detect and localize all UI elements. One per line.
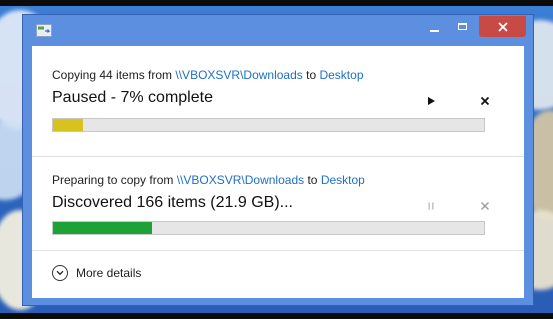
chevron-down-icon	[56, 270, 64, 276]
operation-status: Paused - 7% complete	[52, 89, 213, 106]
source-link[interactable]: \\VBOXSVR\Downloads	[175, 68, 302, 82]
progress-bar	[52, 118, 485, 132]
dialog-content: Copying 44 items from \\VBOXSVR\Download…	[32, 46, 524, 298]
operation-prefix: Copying 44 items from	[52, 68, 176, 82]
expand-circle	[52, 265, 68, 281]
copy-operation: Preparing to copy from \\VBOXSVR\Downloa…	[32, 156, 524, 251]
cancel-operation-button[interactable]	[474, 195, 496, 217]
play-icon	[428, 97, 435, 105]
operation-connector: to	[302, 68, 320, 82]
progress-fill	[53, 222, 153, 234]
top-border	[0, 0, 553, 6]
more-details-label: More details	[76, 266, 142, 280]
maximize-icon	[457, 23, 467, 30]
copy-app-icon	[36, 24, 52, 37]
operation-description: Preparing to copy from \\VBOXSVR\Downloa…	[52, 173, 365, 187]
progress-bar	[52, 221, 485, 235]
operation-connector: to	[304, 173, 321, 187]
details-section: More details	[32, 250, 524, 299]
pause-icon	[428, 202, 434, 210]
close-icon	[481, 202, 489, 210]
close-icon	[497, 21, 508, 32]
copy-operation: Copying 44 items from \\VBOXSVR\Download…	[32, 46, 524, 156]
cancel-operation-button[interactable]	[474, 90, 496, 112]
resume-button[interactable]	[420, 90, 442, 112]
operation-status: Discovered 166 items (21.9 GB)...	[52, 194, 293, 211]
minimize-button[interactable]	[421, 16, 447, 37]
pause-button[interactable]	[420, 195, 442, 217]
more-details-toggle[interactable]: More details	[52, 265, 141, 281]
close-window-button[interactable]	[479, 16, 526, 37]
operation-prefix: Preparing to copy from	[52, 173, 177, 187]
copy-dialog-window: Copying 44 items from \\VBOXSVR\Download…	[22, 14, 534, 306]
progress-fill	[53, 119, 84, 131]
maximize-button[interactable]	[449, 16, 475, 37]
source-link[interactable]: \\VBOXSVR\Downloads	[177, 173, 304, 187]
operation-description: Copying 44 items from \\VBOXSVR\Download…	[52, 68, 364, 82]
minimize-icon	[429, 29, 439, 32]
destination-link[interactable]: Desktop	[319, 68, 363, 82]
title-bar[interactable]	[23, 15, 533, 45]
close-icon	[480, 96, 490, 106]
destination-link[interactable]: Desktop	[321, 173, 365, 187]
bottom-border	[0, 313, 553, 319]
